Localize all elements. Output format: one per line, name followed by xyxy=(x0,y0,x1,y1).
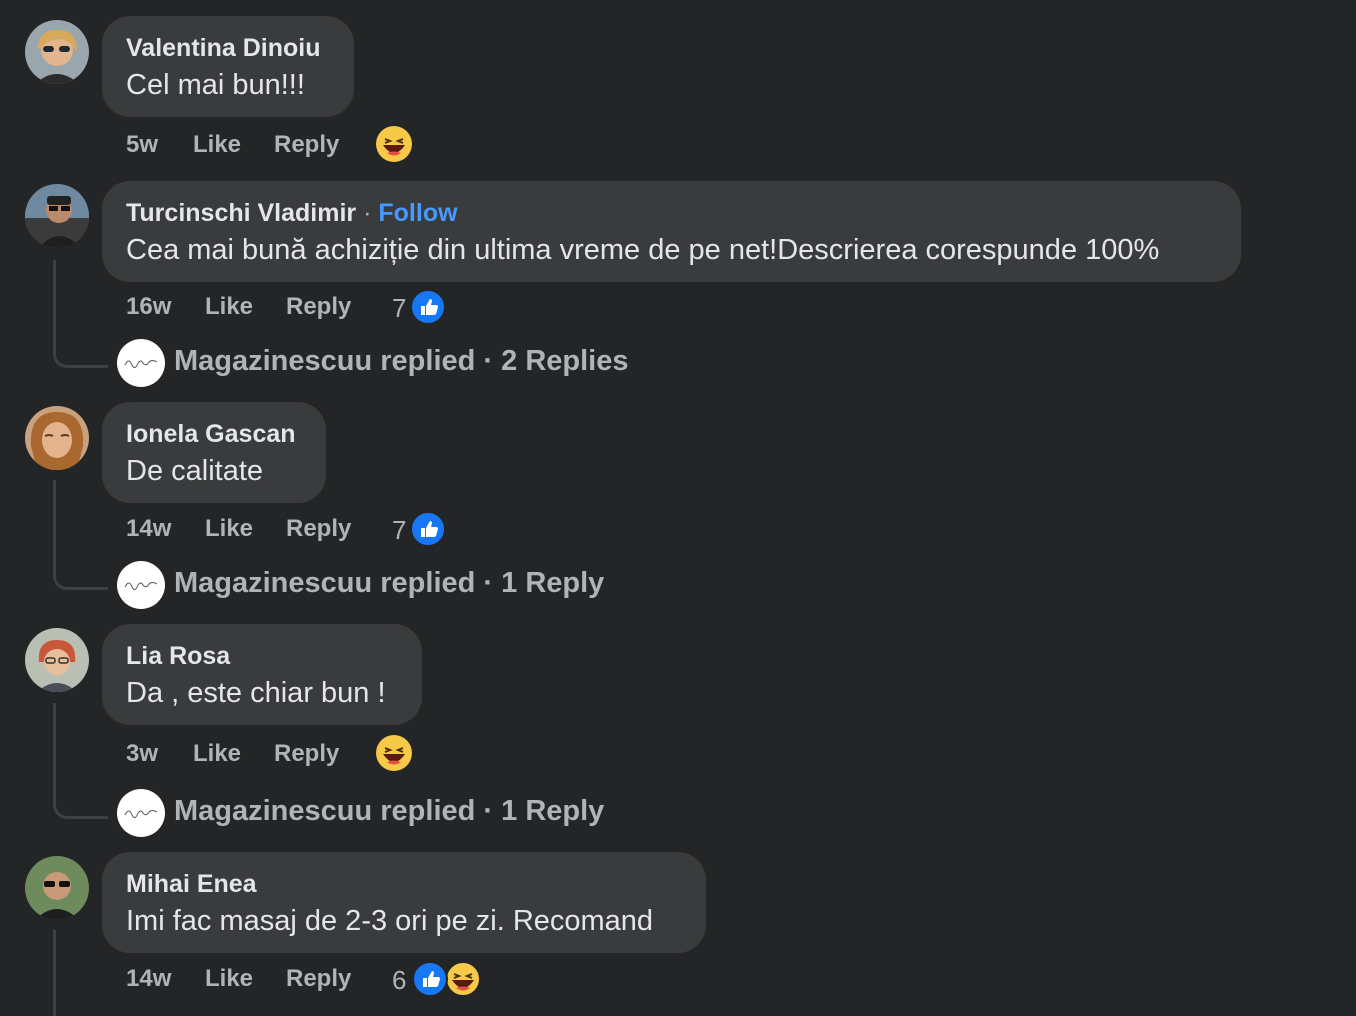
comment-author[interactable]: Mihai Enea xyxy=(126,870,257,899)
reply-button[interactable]: Reply xyxy=(274,131,339,159)
haha-emoji[interactable] xyxy=(375,125,413,163)
follow-button[interactable]: Follow xyxy=(378,199,457,227)
reply-button[interactable]: Reply xyxy=(286,515,351,543)
reaction-count[interactable]: 7 xyxy=(392,293,406,324)
like-button[interactable]: Like xyxy=(193,131,241,159)
like-reaction-icon[interactable] xyxy=(410,289,446,325)
comment-time[interactable]: 3w xyxy=(126,740,158,768)
reply-button[interactable]: Reply xyxy=(286,965,351,993)
thread-line xyxy=(53,703,56,791)
like-button[interactable]: Like xyxy=(205,965,253,993)
comment-bubble: Ionela Gascan De calitate xyxy=(102,402,326,503)
comment-author[interactable]: Turcinschi Vladimir xyxy=(126,199,356,227)
reply-button[interactable]: Reply xyxy=(274,740,339,768)
like-reaction-icon[interactable] xyxy=(412,961,448,997)
page-avatar xyxy=(117,789,165,837)
comment-author[interactable]: Valentina Dinoiu xyxy=(126,34,320,63)
page-avatar xyxy=(117,561,165,609)
comment-text: Cel mai bun!!! xyxy=(126,69,305,101)
avatar[interactable] xyxy=(25,856,89,920)
avatar[interactable] xyxy=(25,628,89,692)
page-avatar xyxy=(117,339,165,387)
comment-bubble: Lia Rosa Da , este chiar bun ! xyxy=(102,624,422,725)
separator-dot: · xyxy=(363,199,372,227)
haha-emoji[interactable] xyxy=(375,734,413,772)
replies-summary[interactable]: Magazinescuu replied · 1 Reply xyxy=(174,795,604,828)
comment-time[interactable]: 14w xyxy=(126,515,171,543)
comment-time[interactable]: 16w xyxy=(126,293,171,321)
avatar[interactable] xyxy=(25,20,89,84)
replies-summary[interactable]: Magazinescuu replied · 1 Reply xyxy=(174,567,604,600)
thread-elbow xyxy=(53,559,108,590)
comment-author[interactable]: Ionela Gascan xyxy=(126,420,296,449)
comment-text: De calitate xyxy=(126,455,264,487)
thread-line xyxy=(53,260,56,340)
haha-emoji[interactable] xyxy=(444,960,482,998)
thread-line xyxy=(53,930,56,1016)
like-button[interactable]: Like xyxy=(205,515,253,543)
reaction-count[interactable]: 7 xyxy=(392,515,406,546)
replies-summary[interactable]: Magazinescuu replied · 2 Replies xyxy=(174,345,629,378)
comment-author[interactable]: Lia Rosa xyxy=(126,642,230,671)
comment-text: Cea mai bună achiziție din ultima vreme … xyxy=(126,234,1160,266)
thread-elbow xyxy=(53,788,108,819)
avatar[interactable] xyxy=(25,184,89,248)
thread-elbow xyxy=(53,337,108,368)
comment-bubble: Mihai Enea Imi fac masaj de 2-3 ori pe z… xyxy=(102,852,706,953)
comment-bubble: Valentina Dinoiu Cel mai bun!!! xyxy=(102,16,354,117)
thread-line xyxy=(53,480,56,562)
reply-button[interactable]: Reply xyxy=(286,293,351,321)
comment-time[interactable]: 5w xyxy=(126,131,158,159)
like-button[interactable]: Like xyxy=(205,293,253,321)
avatar[interactable] xyxy=(25,406,89,470)
comment-author-line: Turcinschi Vladimir · Follow xyxy=(126,199,458,228)
comment-text: Da , este chiar bun ! xyxy=(126,677,386,709)
like-reaction-icon[interactable] xyxy=(410,511,446,547)
like-button[interactable]: Like xyxy=(193,740,241,768)
comment-text: Imi fac masaj de 2-3 ori pe zi. Recomand xyxy=(126,905,654,937)
comment-time[interactable]: 14w xyxy=(126,965,171,993)
reaction-count[interactable]: 6 xyxy=(392,965,406,996)
comment-bubble: Turcinschi Vladimir · Follow Cea mai bun… xyxy=(102,181,1241,282)
